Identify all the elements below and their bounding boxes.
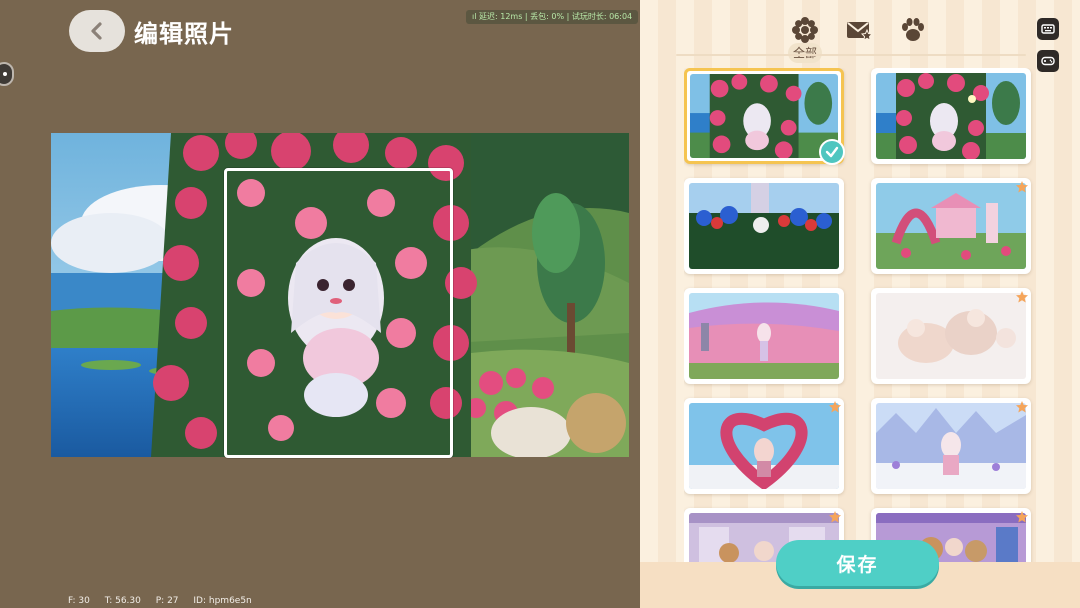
- envelope-star-icon: [847, 22, 873, 41]
- star-icon: [1016, 291, 1028, 303]
- photo-image: [689, 403, 839, 489]
- crop-frame[interactable]: [224, 168, 453, 458]
- photo-thumb-3[interactable]: [684, 178, 844, 274]
- photo-grid: [684, 68, 1034, 564]
- photo-gallery-panel: 全部: [640, 0, 1080, 608]
- star-icon: [829, 511, 841, 523]
- photo-editor-panel: 编辑照片 ıl 延迟: 12ms | 丢包: 0% | 试玩时长: 06:04: [0, 0, 640, 608]
- flower-icon: [792, 17, 818, 43]
- network-stats: ıl 延迟: 12ms | 丢包: 0% | 试玩时长: 06:04: [466, 10, 639, 24]
- debug-p: P: 27: [155, 596, 179, 606]
- photo-image: [689, 183, 839, 269]
- star-icon: [1016, 181, 1028, 193]
- star-icon: [1016, 511, 1028, 523]
- tab-pets[interactable]: [893, 10, 933, 50]
- star-icon: [829, 401, 841, 413]
- paw-icon: [902, 18, 924, 41]
- photo-thumb-6[interactable]: [871, 288, 1031, 384]
- photo-image: [689, 293, 839, 379]
- tab-all-label: 全部: [788, 43, 822, 63]
- photo-thumb-1[interactable]: [684, 68, 845, 165]
- debug-id: ID: hpm6e5n: [193, 596, 252, 606]
- floating-menu-handle[interactable]: [0, 62, 14, 86]
- photo-thumb-2[interactable]: [871, 68, 1031, 164]
- chevron-left-icon: [91, 22, 102, 40]
- star-icon: [1016, 401, 1028, 413]
- photo-thumb-8[interactable]: [871, 398, 1031, 494]
- photo-image: [690, 74, 838, 158]
- photo-image: [876, 293, 1026, 379]
- photo-thumb-5[interactable]: [684, 288, 844, 384]
- debug-time: T: 56.30: [104, 596, 141, 606]
- photo-image: [876, 403, 1026, 489]
- photo-thumb-7[interactable]: [684, 398, 844, 494]
- debug-fps: F: 30: [68, 596, 90, 606]
- photo-thumb-4[interactable]: [871, 178, 1031, 274]
- keyboard-button[interactable]: [1037, 18, 1059, 40]
- gamepad-button[interactable]: [1037, 50, 1059, 72]
- back-button[interactable]: [69, 10, 125, 52]
- keyboard-icon: [1041, 24, 1055, 34]
- save-button-label: 保存: [836, 553, 879, 576]
- gamepad-icon: [1041, 56, 1055, 66]
- divider: [676, 54, 1026, 56]
- debug-overlay: F: 30 T: 56.30 P: 27 ID: hpm6e5n: [68, 596, 264, 606]
- page-title: 编辑照片: [134, 20, 234, 48]
- selected-check-icon: [819, 139, 845, 165]
- tab-mail[interactable]: [839, 10, 879, 50]
- save-button[interactable]: 保存: [776, 540, 939, 586]
- photo-image: [876, 73, 1026, 159]
- photo-image: [876, 183, 1026, 269]
